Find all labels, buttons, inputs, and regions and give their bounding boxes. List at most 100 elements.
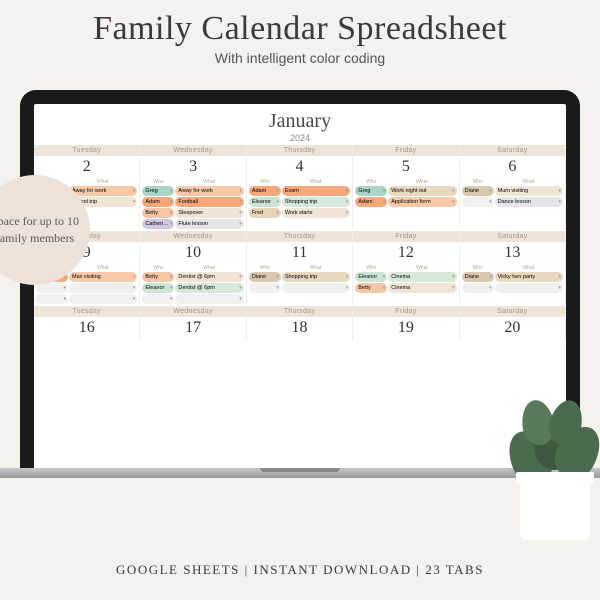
what-dropdown[interactable]: Flute lesson: [175, 219, 243, 229]
calendar-week: Tuesday2WhoWhatAway for workschool tripW…: [34, 145, 566, 230]
what-dropdown[interactable]: Mum visiting: [495, 186, 563, 196]
calendar-week: Tuesday16Wednesday17Thursday18Friday19Sa…: [34, 306, 566, 340]
product-subtitle: With intelligent color coding: [0, 50, 600, 66]
month-name: January: [34, 110, 566, 133]
day-number: 12: [353, 242, 458, 265]
who-dropdown[interactable]: [462, 283, 494, 293]
calendar-entry: BettySleepover: [140, 208, 245, 218]
what-dropdown[interactable]: [495, 283, 563, 293]
what-dropdown[interactable]: Dance lesson: [495, 197, 563, 207]
who-dropdown[interactable]: Diane: [249, 272, 281, 282]
day-name-label: Wednesday: [140, 145, 245, 156]
who-dropdown[interactable]: Fred: [249, 208, 281, 218]
calendar-entry: DianeMum visiting: [460, 186, 565, 196]
day-number: 17: [140, 317, 245, 340]
day-name-label: Friday: [353, 231, 458, 242]
who-dropdown[interactable]: Diane: [462, 272, 494, 282]
who-dropdown[interactable]: Eleanor: [355, 272, 387, 282]
calendar-day: Tuesday16: [34, 306, 140, 340]
calendar-entry: Catheri…Flute lesson: [140, 219, 245, 229]
what-dropdown[interactable]: [69, 283, 137, 293]
what-dropdown[interactable]: Away for work: [175, 186, 243, 196]
what-dropdown[interactable]: Sleepover: [175, 208, 243, 218]
what-dropdown[interactable]: [282, 283, 350, 293]
who-dropdown[interactable]: Betty: [142, 208, 174, 218]
what-dropdown[interactable]: Application form: [388, 197, 456, 207]
who-dropdown[interactable]: Eleanor: [142, 283, 174, 293]
who-dropdown[interactable]: Adam: [142, 197, 174, 207]
what-dropdown[interactable]: Dentist @ 6pm: [175, 283, 243, 293]
month-header: January 2024: [34, 104, 566, 145]
product-header: Family Calendar Spreadsheet With intelli…: [0, 0, 600, 70]
calendar-entry: AdamExam: [247, 186, 352, 196]
calendar-day: Saturday20: [460, 306, 566, 340]
calendar-entry: GregWork night out: [353, 186, 458, 196]
who-what-header: WhoWhat: [460, 179, 565, 186]
who-dropdown[interactable]: Betty: [142, 272, 174, 282]
who-dropdown[interactable]: Greg: [142, 186, 174, 196]
who-dropdown[interactable]: [36, 294, 68, 304]
who-dropdown[interactable]: Adam: [355, 197, 387, 207]
who-dropdown[interactable]: Diane: [462, 186, 494, 196]
what-dropdown[interactable]: Work night out: [388, 186, 456, 196]
day-name-label: Saturday: [460, 145, 565, 156]
who-what-header: WhoWhat: [353, 265, 458, 272]
who-dropdown[interactable]: Greg: [355, 186, 387, 196]
what-dropdown[interactable]: Football: [175, 197, 243, 207]
plant-decoration: [500, 360, 600, 540]
calendar-entry: DianeShopping trip: [247, 272, 352, 282]
calendar-entry: [460, 283, 565, 293]
who-what-header: WhoWhat: [247, 179, 352, 186]
calendar-day: Thursday4WhoWhatAdamExamEleanorShopping …: [247, 145, 353, 230]
what-dropdown[interactable]: Exam: [282, 186, 350, 196]
what-dropdown[interactable]: Vicky hen party: [495, 272, 563, 282]
day-name-label: Friday: [353, 145, 458, 156]
calendar-entry: BettyDentist @ 6pm: [140, 272, 245, 282]
who-dropdown[interactable]: [462, 197, 494, 207]
who-what-header: WhoWhat: [460, 265, 565, 272]
calendar-day: Thursday18: [247, 306, 353, 340]
calendar-entry: [140, 294, 245, 304]
calendar-day: Friday19: [353, 306, 459, 340]
day-name-label: Friday: [353, 306, 458, 317]
what-dropdown[interactable]: [175, 294, 243, 304]
what-dropdown[interactable]: Dentist @ 6pm: [175, 272, 243, 282]
day-number: 19: [353, 317, 458, 340]
calendar-entry: AdamFootball: [140, 197, 245, 207]
product-footer: GOOGLE SHEETS | INSTANT DOWNLOAD | 23 TA…: [0, 562, 600, 578]
what-dropdown[interactable]: Shopping trip: [282, 197, 350, 207]
calendar-entry: [34, 294, 139, 304]
day-number: 16: [34, 317, 139, 340]
who-what-header: WhoWhat: [247, 265, 352, 272]
calendar-entry: GregAway for work: [140, 186, 245, 196]
product-title: Family Calendar Spreadsheet: [0, 10, 600, 48]
what-dropdown[interactable]: Cinema: [388, 272, 456, 282]
who-dropdown[interactable]: Catheri…: [142, 219, 174, 229]
day-name-label: Thursday: [247, 306, 352, 317]
spreadsheet-screen: January 2024 Tuesday2WhoWhatAway for wor…: [34, 104, 566, 470]
calendar-week: Tuesday9WhoWhatAdamMax visitingWednesday…: [34, 231, 566, 305]
who-dropdown[interactable]: [142, 294, 174, 304]
what-dropdown[interactable]: Max visiting: [69, 272, 137, 282]
calendar-day: Thursday11WhoWhatDianeShopping trip: [247, 231, 353, 305]
calendar-entry: [247, 283, 352, 293]
who-dropdown[interactable]: Adam: [249, 186, 281, 196]
who-what-header: WhoWhat: [140, 179, 245, 186]
who-dropdown[interactable]: Betty: [355, 283, 387, 293]
calendar-day: Friday5WhoWhatGregWork night outAdamAppl…: [353, 145, 459, 230]
calendar-day: Saturday13WhoWhatDianeVicky hen party: [460, 231, 566, 305]
calendar-entry: BettyCinema: [353, 283, 458, 293]
what-dropdown[interactable]: Shopping trip: [282, 272, 350, 282]
what-dropdown[interactable]: Cinema: [388, 283, 456, 293]
what-dropdown[interactable]: Away for work: [69, 186, 137, 196]
who-dropdown[interactable]: [249, 283, 281, 293]
what-dropdown[interactable]: Work starts: [282, 208, 350, 218]
calendar-day: Saturday6WhoWhatDianeMum visitingDance l…: [460, 145, 566, 230]
day-number: 6: [460, 156, 565, 179]
day-name-label: Saturday: [460, 231, 565, 242]
calendar-entry: FredWork starts: [247, 208, 352, 218]
day-number: 4: [247, 156, 352, 179]
day-name-label: Thursday: [247, 231, 352, 242]
what-dropdown[interactable]: [69, 294, 137, 304]
who-dropdown[interactable]: Eleanor: [249, 197, 281, 207]
